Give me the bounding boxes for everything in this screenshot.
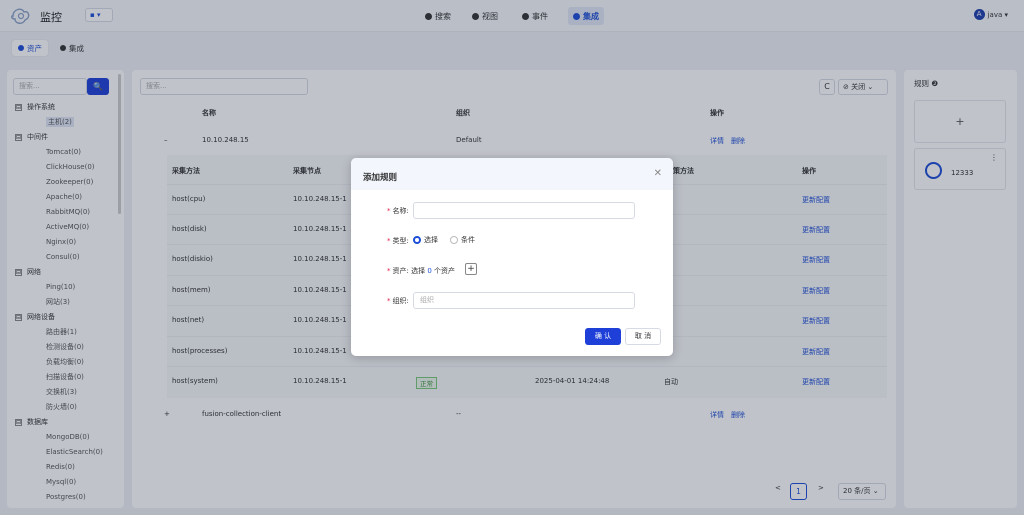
asset-text-a: 选择 xyxy=(411,267,426,275)
name-input[interactable] xyxy=(413,202,635,219)
required-mark: * xyxy=(387,207,391,215)
asset-label: * 资产: 选择 0 个资产 xyxy=(387,266,455,276)
radio-checked-icon xyxy=(413,236,421,244)
radio-condition-label: 条件 xyxy=(461,236,475,244)
type-label-text: 类型: xyxy=(392,237,409,245)
required-mark: * xyxy=(387,297,391,305)
asset-text-b: 个资产 xyxy=(434,267,456,275)
name-label-text: 名称: xyxy=(392,207,409,215)
radio-condition[interactable]: 条件 xyxy=(450,235,475,245)
name-label: * 名称: xyxy=(387,206,409,216)
org-label: * 组织: xyxy=(387,296,409,306)
type-label: * 类型: xyxy=(387,236,409,246)
asset-count: 0 xyxy=(427,267,432,275)
required-mark: * xyxy=(387,237,391,245)
org-select[interactable]: 组织 xyxy=(413,292,635,309)
radio-select-label: 选择 xyxy=(424,236,438,244)
dialog-header xyxy=(351,158,673,190)
cancel-button[interactable]: 取 消 xyxy=(625,328,661,345)
confirm-button[interactable]: 确 认 xyxy=(585,328,621,345)
add-asset-button[interactable]: + xyxy=(465,263,477,275)
org-label-text: 组织: xyxy=(392,297,409,305)
close-icon[interactable]: ✕ xyxy=(654,168,662,179)
dialog-title: 添加规则 xyxy=(363,173,398,183)
add-rule-dialog: 添加规则 ✕ * 名称: * 类型: 选择 条件 * 资产: 选择 0 个资产 + *… xyxy=(351,158,673,356)
required-mark: * xyxy=(387,267,391,275)
radio-unchecked-icon xyxy=(450,236,458,244)
asset-label-text: 资产: xyxy=(392,267,409,275)
radio-select[interactable]: 选择 xyxy=(413,235,438,245)
